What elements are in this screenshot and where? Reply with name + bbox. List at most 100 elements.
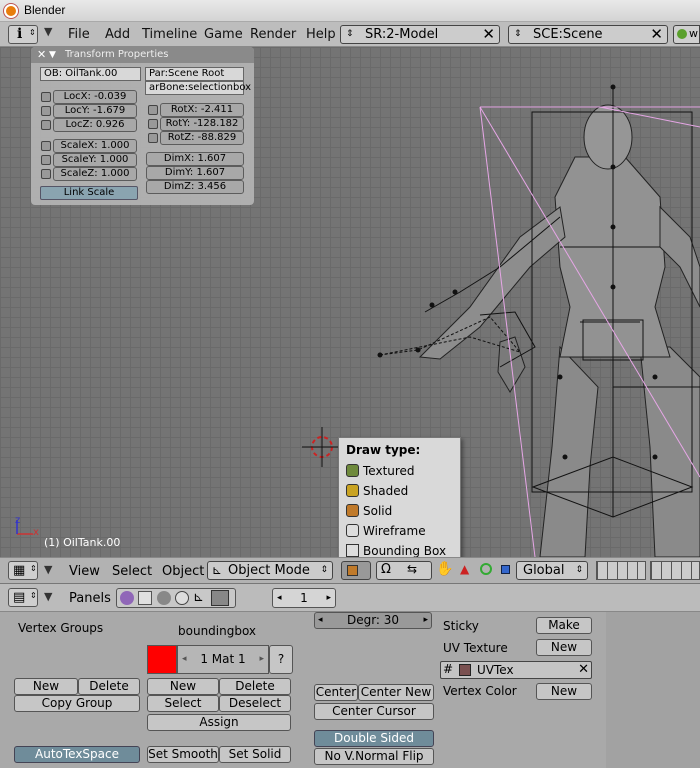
frame-field[interactable]: ◂ 1 ▸ [272, 588, 336, 608]
editor-type-button[interactable]: ▦ ⇕ [8, 561, 38, 580]
menu-game[interactable]: Game [204, 27, 243, 42]
editing-icon[interactable]: ⊾ [193, 590, 204, 605]
layer-buttons-1[interactable] [596, 561, 646, 580]
help-button[interactable]: ? [269, 645, 293, 674]
double-sided-toggle[interactable]: Double Sided [314, 730, 434, 747]
collapse-triangle-icon[interactable]: ▼ [44, 25, 52, 38]
rotate-circle-icon[interactable] [480, 563, 492, 575]
right-arrow-icon[interactable]: ▸ [423, 613, 428, 628]
pivot-selector[interactable]: Ω ⇆ [376, 561, 432, 580]
copy-group-button[interactable]: Copy Group [14, 695, 140, 712]
collapse-panel-icon[interactable]: ▼ [49, 47, 56, 63]
scaley-field[interactable]: ScaleY: 1.000 [53, 153, 137, 167]
menu-render[interactable]: Render [250, 27, 296, 42]
lock-icon[interactable] [41, 141, 51, 151]
screen-selector[interactable]: ⇕ SR:2-Model ✕ [340, 25, 500, 44]
menu-file[interactable]: File [68, 27, 90, 42]
menu-add[interactable]: Add [105, 27, 130, 42]
view-menu[interactable]: View [69, 564, 100, 579]
dimx-field[interactable]: DimX: 1.607 [146, 152, 244, 166]
lock-icon[interactable] [41, 92, 51, 102]
panels-menu[interactable]: Panels [69, 591, 111, 606]
drawtype-textured[interactable]: Textured [340, 461, 460, 481]
material-select-button[interactable]: Select [147, 695, 219, 712]
left-arrow-icon[interactable]: ◂ [277, 589, 282, 607]
menu-timeline[interactable]: Timeline [142, 27, 197, 42]
center-cursor-button[interactable]: Center Cursor [314, 703, 434, 720]
script-icon[interactable] [138, 591, 152, 605]
right-arrow-icon[interactable]: ▸ [326, 589, 331, 607]
lock-icon[interactable] [41, 120, 51, 130]
object-icon[interactable] [175, 591, 189, 605]
remove-uvtex-icon[interactable]: ✕ [578, 662, 589, 677]
dimy-field[interactable]: DimY: 1.607 [146, 166, 244, 180]
scene-selector[interactable]: ⇕ SCE:Scene ✕ [508, 25, 668, 44]
link-scale-button[interactable]: Link Scale [40, 186, 138, 200]
locz-field[interactable]: LocZ: 0.926 [53, 118, 137, 132]
rotx-field[interactable]: RotX: -2.411 [160, 103, 244, 117]
rotz-field[interactable]: RotZ: -88.829 [160, 131, 244, 145]
collapse-triangle-icon[interactable]: ▼ [44, 590, 52, 603]
collapse-triangle-icon[interactable]: ▼ [44, 563, 52, 576]
drawtype-solid[interactable]: Solid [340, 501, 460, 521]
scale-manipulator-icon[interactable] [501, 565, 510, 574]
scalez-field[interactable]: ScaleZ: 1.000 [53, 167, 137, 181]
right-arrow-icon[interactable]: ▸ [259, 646, 264, 673]
autotexspace-toggle[interactable]: AutoTexSpace [14, 746, 140, 763]
drawtype-wireframe[interactable]: Wireframe [340, 521, 460, 541]
uv-texture-new-button[interactable]: New [536, 639, 592, 656]
lock-icon[interactable] [148, 133, 158, 143]
sticky-make-button[interactable]: Make [536, 617, 592, 634]
close-scene-icon[interactable]: ✕ [650, 27, 663, 42]
rotate-manipulator-icon[interactable]: ▲ [460, 562, 469, 576]
object-menu[interactable]: Object [162, 564, 204, 579]
uvtex-row[interactable]: # UVTex ✕ [440, 661, 592, 679]
center-new-button[interactable]: Center New [358, 684, 434, 701]
degr-field[interactable]: ◂ Degr: 30 ▸ [314, 612, 432, 629]
mode-selector[interactable]: ⊾ Object Mode ⇕ [207, 561, 333, 580]
dimz-field[interactable]: DimZ: 3.456 [146, 180, 244, 194]
menu-help[interactable]: Help [306, 27, 336, 42]
drawtype-shaded[interactable]: Shaded [340, 481, 460, 501]
no-vnormal-flip-toggle[interactable]: No V.Normal Flip [314, 748, 434, 765]
lock-icon[interactable] [41, 169, 51, 179]
center-button[interactable]: Center [314, 684, 358, 701]
vgroup-new-button[interactable]: New [14, 678, 78, 695]
roty-field[interactable]: RotY: -128.182 [160, 117, 244, 131]
material-new-button[interactable]: New [147, 678, 219, 695]
left-arrow-icon[interactable]: ◂ [182, 646, 187, 673]
material-deselect-button[interactable]: Deselect [219, 695, 291, 712]
object-name-field[interactable]: OB: OilTank.00 [40, 67, 141, 81]
close-panel-icon[interactable]: ✕ [37, 47, 46, 63]
material-color-swatch[interactable] [147, 645, 177, 674]
locy-field[interactable]: LocY: -1.679 [53, 104, 137, 118]
info-window-type-button[interactable]: i ⇕ [8, 25, 38, 44]
material-index-field[interactable]: ◂ 1 Mat 1 ▸ [177, 645, 269, 674]
hand-icon[interactable]: ✋ [436, 561, 453, 577]
lock-icon[interactable] [41, 155, 51, 165]
vertex-color-new-button[interactable]: New [536, 683, 592, 700]
lock-icon[interactable] [41, 106, 51, 116]
logic-icon[interactable] [120, 591, 134, 605]
scalex-field[interactable]: ScaleX: 1.000 [53, 139, 137, 153]
material-assign-button[interactable]: Assign [147, 714, 291, 731]
draw-type-button[interactable] [341, 561, 371, 580]
select-menu[interactable]: Select [112, 564, 152, 579]
vgroup-delete-button[interactable]: Delete [78, 678, 140, 695]
uvtex-name[interactable]: UVTex [477, 663, 514, 677]
layer-buttons-2[interactable] [650, 561, 700, 580]
set-solid-button[interactable]: Set Solid [219, 746, 291, 763]
lock-icon[interactable] [148, 105, 158, 115]
material-delete-button[interactable]: Delete [219, 678, 291, 695]
parent-bone-field[interactable]: arBone:selectionbox [145, 81, 251, 95]
scene-icon[interactable] [211, 590, 229, 606]
close-screen-icon[interactable]: ✕ [482, 27, 495, 42]
parent-field[interactable]: Par:Scene Root [145, 67, 244, 81]
orientation-selector[interactable]: Global ⇕ [516, 561, 588, 580]
render-engine-field[interactable]: w [673, 25, 700, 44]
set-smooth-button[interactable]: Set Smooth [147, 746, 219, 763]
shading-icon[interactable] [157, 591, 171, 605]
lock-icon[interactable] [148, 119, 158, 129]
editor-type-button[interactable]: ▤ ⇕ [8, 588, 38, 607]
locx-field[interactable]: LocX: -0.039 [53, 90, 137, 104]
